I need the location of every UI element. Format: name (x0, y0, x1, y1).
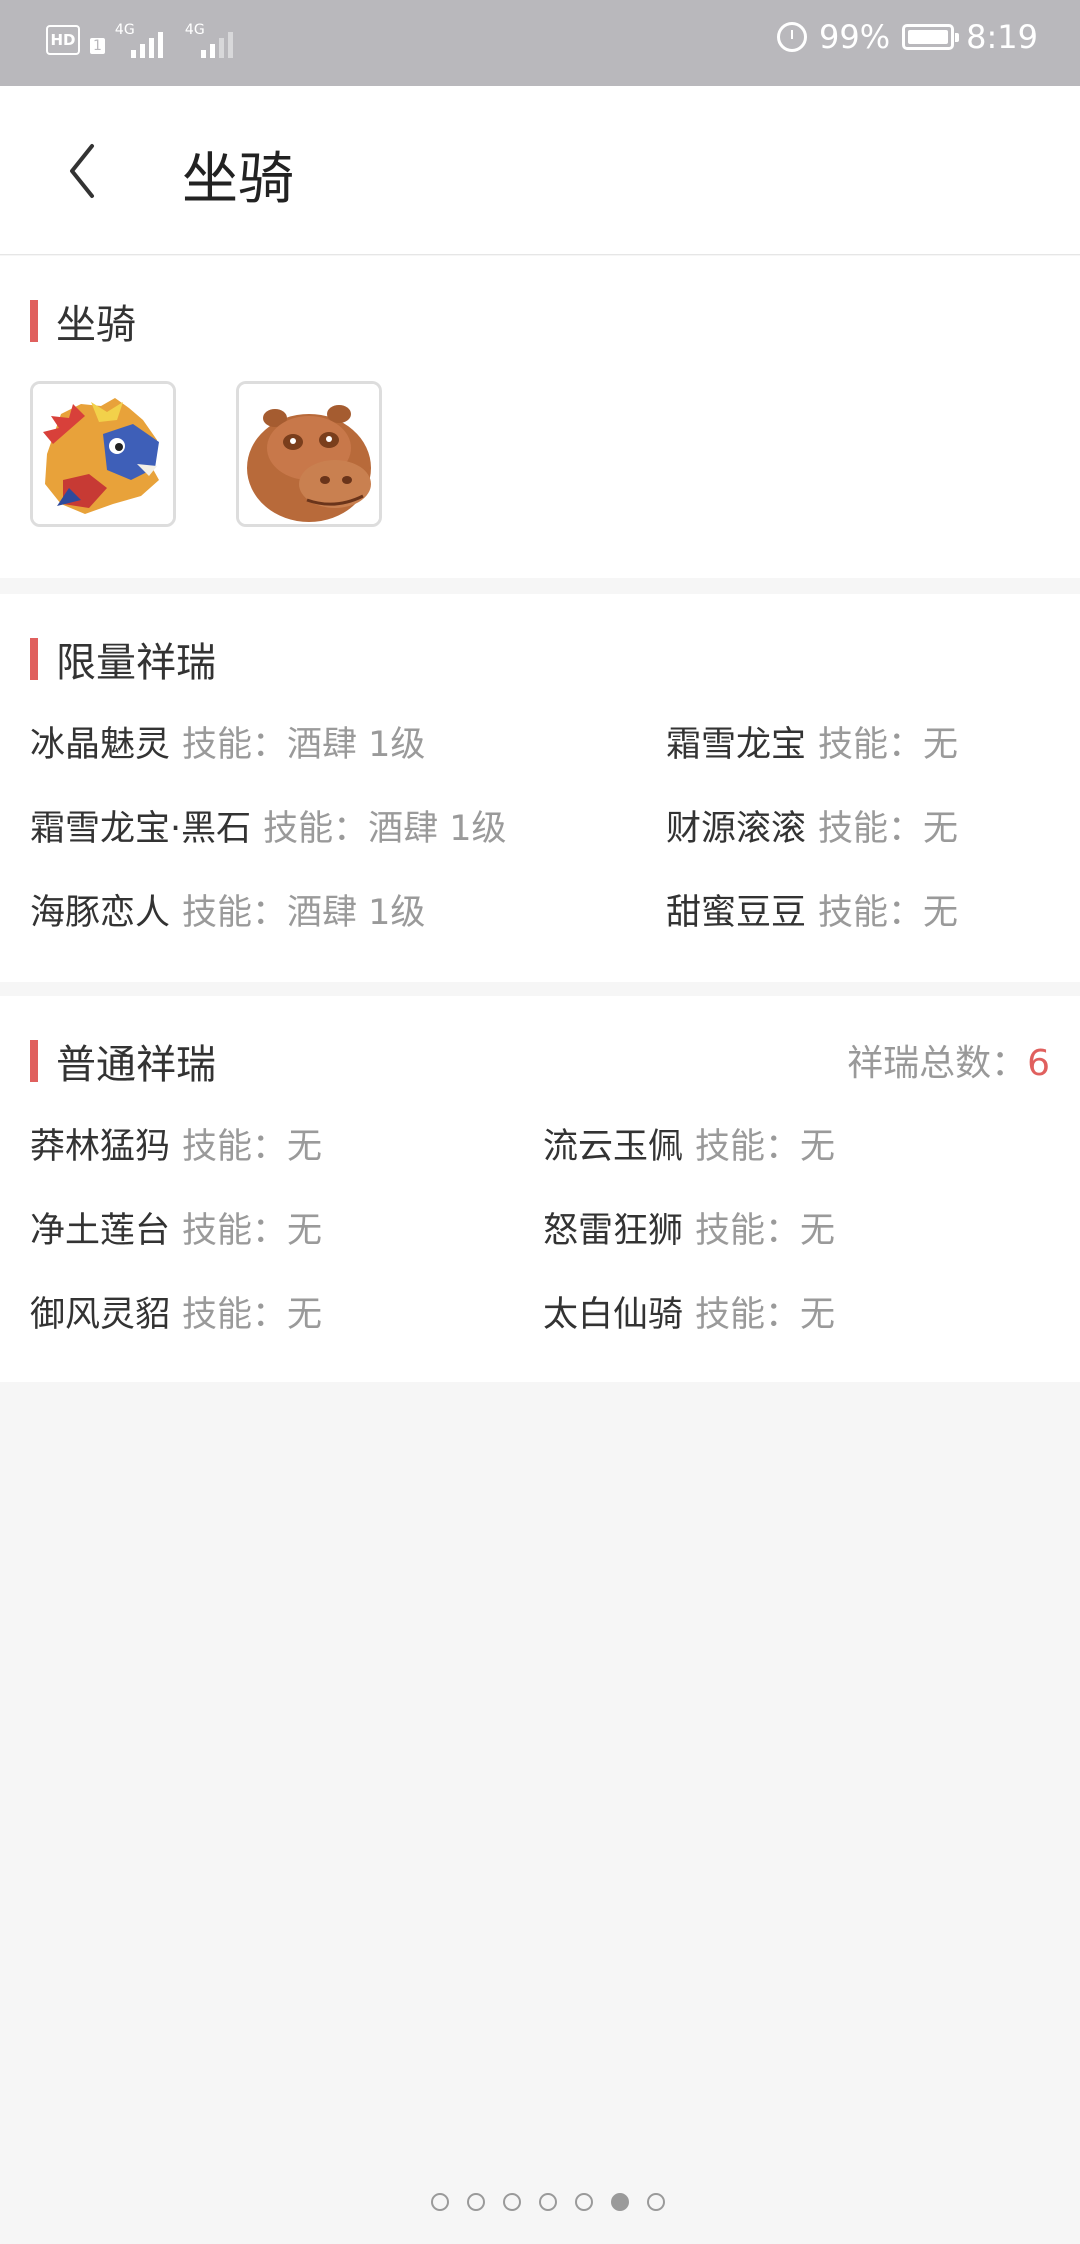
list-item: 海豚恋人 技能：酒肆 1级 (30, 884, 425, 935)
list-item: 御风灵貂 技能：无 (30, 1286, 322, 1337)
list-item: 太白仙骑 技能：无 (543, 1286, 835, 1337)
item-skill: 技能：酒肆 1级 (263, 809, 507, 849)
page-dot[interactable] (539, 2193, 557, 2211)
item-name: 霜雪龙宝 (666, 725, 807, 765)
back-button[interactable] (58, 136, 108, 206)
page-indicator (431, 2193, 665, 2211)
page-dot-active[interactable] (611, 2193, 629, 2211)
item-skill: 技能：无 (818, 809, 959, 849)
item-name: 太白仙骑 (543, 1295, 684, 1335)
item-skill: 技能：无 (695, 1211, 836, 1251)
mount-list (30, 381, 382, 527)
list-item: 甜蜜豆豆 技能：无 (666, 884, 958, 935)
page-dot[interactable] (467, 2193, 485, 2211)
normal-section: 普通祥瑞 祥瑞总数：6 莽林猛犸 技能：无 流云玉佩 技能：无 净土莲台 技能：无 怒… (0, 996, 1080, 1382)
list-item: 霜雪龙宝·黑石 技能：酒肆 1级 (30, 800, 507, 851)
list-item: 霜雪龙宝 技能：无 (666, 716, 958, 767)
section-accent (30, 1040, 38, 1082)
item-name: 莽林猛犸 (30, 1127, 171, 1167)
page-dot[interactable] (647, 2193, 665, 2211)
list-item: 怒雷狂狮 技能：无 (543, 1202, 835, 1253)
hd-icon: HD (46, 25, 80, 55)
clock: 8:19 (966, 18, 1038, 56)
item-name: 怒雷狂狮 (543, 1211, 684, 1251)
section-header: 普通祥瑞 (30, 1032, 216, 1090)
item-name: 御风灵貂 (30, 1295, 171, 1335)
status-right: 99% 8:19 (777, 18, 1038, 56)
item-skill: 技能：无 (818, 893, 959, 933)
page-dot[interactable] (575, 2193, 593, 2211)
signal-icon-2: 4G (185, 22, 245, 58)
item-name: 流云玉佩 (543, 1127, 684, 1167)
list-item: 净土莲台 技能：无 (30, 1202, 322, 1253)
sim-number: 1 (90, 38, 105, 54)
mount-item[interactable] (30, 381, 176, 527)
item-skill: 技能：无 (182, 1211, 323, 1251)
section-accent (30, 300, 38, 342)
item-name: 甜蜜豆豆 (666, 893, 807, 933)
list-item: 流云玉佩 技能：无 (543, 1118, 835, 1169)
hippo-mount-icon (239, 384, 379, 524)
page-dot[interactable] (431, 2193, 449, 2211)
list-item: 财源滚滚 技能：无 (666, 800, 958, 851)
item-name: 海豚恋人 (30, 893, 171, 933)
chevron-left-icon (70, 144, 94, 198)
app-header: 坐骑 (0, 86, 1080, 255)
section-header: 限量祥瑞 (30, 630, 216, 688)
limited-section: 限量祥瑞 冰晶魅灵 技能：酒肆 1级 霜雪龙宝 技能：无 霜雪龙宝·黑石 技能：酒肆 … (0, 594, 1080, 982)
battery-icon (902, 24, 960, 50)
section-accent (30, 638, 38, 680)
total-label: 祥瑞总数： (847, 1043, 1028, 1084)
item-name: 霜雪龙宝·黑石 (30, 809, 252, 849)
list-item: 冰晶魅灵 技能：酒肆 1级 (30, 716, 425, 767)
section-title: 坐骑 (56, 302, 136, 348)
item-skill: 技能：酒肆 1级 (182, 893, 426, 933)
dragon-mount-icon (33, 384, 173, 524)
item-skill: 技能：酒肆 1级 (182, 725, 426, 765)
alarm-icon (777, 22, 808, 52)
item-name: 财源滚滚 (666, 809, 807, 849)
page-dot[interactable] (503, 2193, 521, 2211)
item-name: 冰晶魅灵 (30, 725, 171, 765)
item-skill: 技能：无 (695, 1295, 836, 1335)
list-item: 莽林猛犸 技能：无 (30, 1118, 322, 1169)
mounts-section: 坐骑 (0, 256, 1080, 578)
status-left: HD 1 4G 4G (46, 22, 245, 58)
section-header: 坐骑 (30, 292, 136, 350)
item-skill: 技能：无 (182, 1295, 323, 1335)
mount-item[interactable] (236, 381, 382, 527)
battery-percent: 99% (819, 18, 891, 56)
section-title: 普通祥瑞 (56, 1042, 216, 1088)
signal-icon: 4G (115, 22, 175, 58)
section-title: 限量祥瑞 (56, 640, 216, 686)
item-skill: 技能：无 (182, 1127, 323, 1167)
item-skill: 技能：无 (818, 725, 959, 765)
item-skill: 技能：无 (695, 1127, 836, 1167)
total-value: 6 (1027, 1043, 1050, 1084)
total-count: 祥瑞总数：6 (847, 1034, 1050, 1086)
status-bar: HD 1 4G 4G 99% 8:19 (0, 0, 1080, 86)
item-name: 净土莲台 (30, 1211, 171, 1251)
page-title: 坐骑 (182, 147, 294, 212)
